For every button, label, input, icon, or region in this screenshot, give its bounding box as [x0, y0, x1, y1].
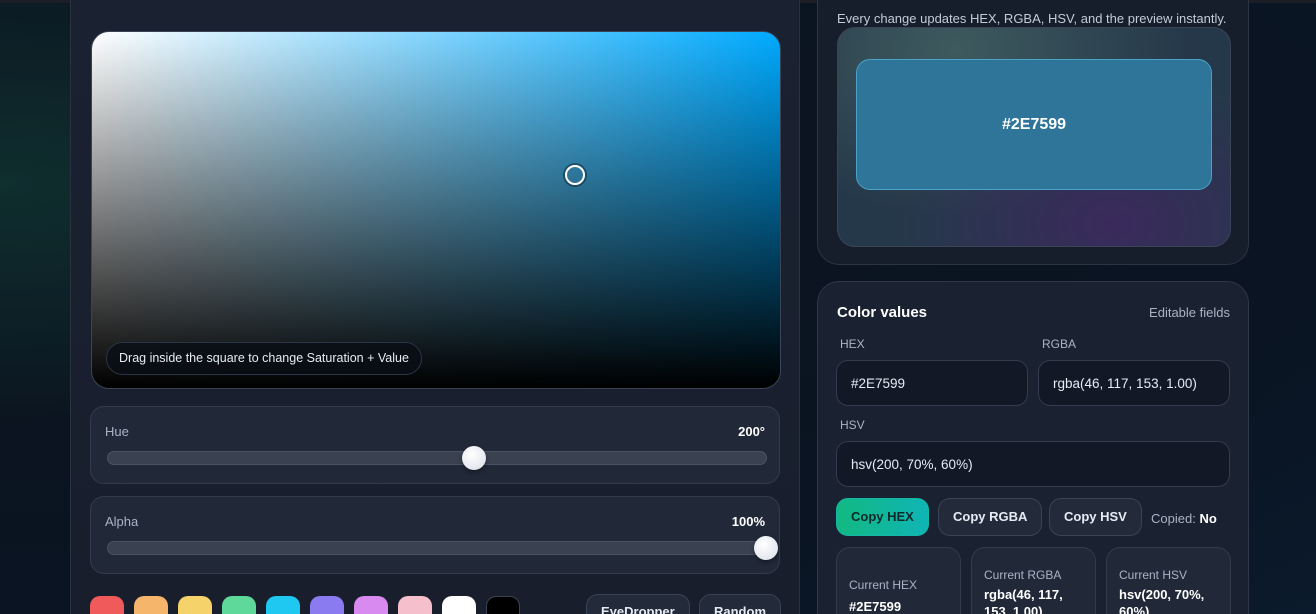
preset-swatch[interactable]: [90, 596, 124, 614]
current-hex-box: Current HEX #2E7599: [836, 547, 961, 614]
copy-rgba-button[interactable]: Copy RGBA: [938, 498, 1043, 536]
preset-swatch[interactable]: [134, 596, 168, 614]
current-rgba-value: rgba(46, 117, 153, 1.00): [984, 587, 1063, 614]
values-title: Color values: [837, 304, 928, 321]
copied-label: Copied:: [1151, 511, 1196, 526]
copied-value: No: [1199, 511, 1217, 526]
current-hsv-value: hsv(200, 70%, 60%): [1119, 587, 1205, 614]
hue-value: 200°: [738, 424, 765, 439]
preset-swatch[interactable]: [178, 596, 212, 614]
hex-input[interactable]: [836, 360, 1028, 406]
preset-swatch[interactable]: [442, 596, 476, 614]
preview-stage: #2E7599: [837, 27, 1231, 247]
rgba-field-label: RGBA: [1042, 337, 1077, 351]
hue-slider-thumb[interactable]: [461, 446, 486, 470]
alpha-slider-thumb[interactable]: [754, 536, 778, 560]
preset-swatch[interactable]: [398, 596, 432, 614]
alpha-value: 100%: [731, 514, 765, 529]
hsv-input[interactable]: [836, 441, 1230, 487]
color-values-card: Color values Editable fields HEX RGBA HS…: [817, 281, 1249, 614]
hue-label: Hue: [105, 424, 129, 439]
current-hsv-box: Current HSV hsv(200, 70%, 60%): [1106, 547, 1231, 614]
hsv-field-label: HSV: [840, 418, 865, 432]
hue-slider-card: Hue 200°: [90, 406, 780, 484]
current-rgba-box: Current RGBA rgba(46, 117, 153, 1.00): [971, 547, 1096, 614]
saturation-value-square[interactable]: Drag inside the square to change Saturat…: [91, 31, 781, 389]
preset-swatch[interactable]: [266, 596, 300, 614]
preview-card: Every change updates HEX, RGBA, HSV, and…: [817, 0, 1249, 265]
current-hex-label: Current HEX: [849, 578, 918, 592]
copy-hsv-button[interactable]: Copy HSV: [1049, 498, 1142, 536]
current-hsv-label: Current HSV: [1119, 568, 1188, 582]
preset-swatch[interactable]: [222, 596, 256, 614]
sv-cursor-handle[interactable]: [565, 165, 585, 185]
preview-swatch: #2E7599: [856, 59, 1212, 190]
current-rgba-label: Current RGBA: [984, 568, 1062, 582]
picker-panel: Drag inside the square to change Saturat…: [70, 0, 800, 614]
rgba-input[interactable]: [1038, 360, 1230, 406]
alpha-slider-track[interactable]: [107, 536, 778, 560]
preset-swatch[interactable]: [354, 596, 388, 614]
random-button[interactable]: Random: [699, 594, 781, 614]
values-note: Editable fields: [1149, 305, 1230, 320]
preview-subtitle: Every change updates HEX, RGBA, HSV, and…: [837, 11, 1227, 26]
current-hex-value: #2E7599: [849, 599, 902, 614]
hex-field-label: HEX: [840, 337, 865, 351]
alpha-slider-card: Alpha 100%: [90, 496, 780, 574]
alpha-label: Alpha: [105, 514, 139, 529]
sv-hint-label: Drag inside the square to change Saturat…: [106, 342, 422, 375]
preset-swatch[interactable]: [310, 596, 344, 614]
eyedropper-button[interactable]: EyeDropper: [586, 594, 690, 614]
copied-status: Copied: No: [1151, 511, 1217, 526]
hue-slider-track[interactable]: [107, 446, 767, 470]
copy-hex-button[interactable]: Copy HEX: [836, 498, 929, 536]
preset-swatch[interactable]: [486, 596, 520, 614]
